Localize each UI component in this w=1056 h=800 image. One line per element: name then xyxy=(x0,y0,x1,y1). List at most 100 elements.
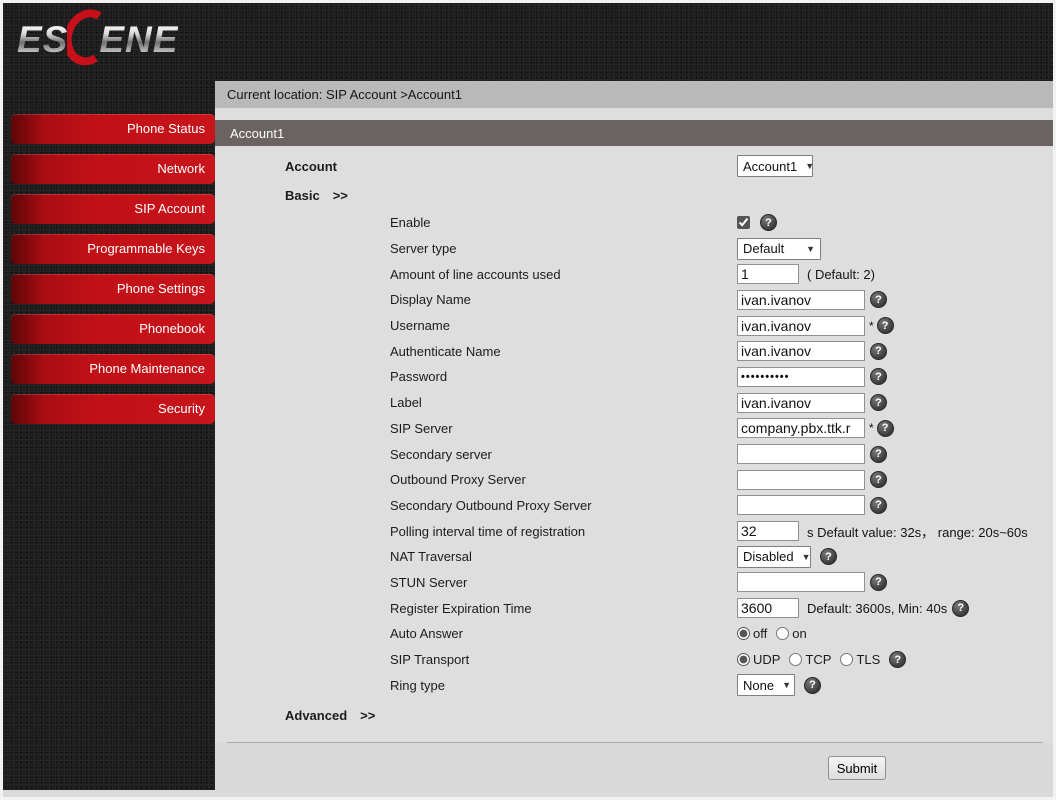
row-basic-header: Basic >> xyxy=(215,180,1053,210)
advanced-expand-arrows[interactable]: >> xyxy=(360,708,375,723)
auto-answer-on-radio[interactable] xyxy=(776,627,790,641)
sidebar-item-phonebook[interactable]: Phonebook xyxy=(11,314,215,344)
register-expiration-label: Register Expiration Time xyxy=(390,600,532,616)
ring-type-value: None xyxy=(743,677,775,693)
sip-transport-udp-label: UDP xyxy=(753,652,781,668)
sip-transport-tcp-radio[interactable] xyxy=(789,653,803,667)
auth-name-input[interactable] xyxy=(737,341,865,362)
row-sip-server: SIP Server * xyxy=(215,416,1053,442)
help-icon[interactable] xyxy=(760,214,777,232)
help-icon[interactable] xyxy=(870,445,887,463)
help-icon[interactable] xyxy=(876,317,894,335)
help-icon[interactable] xyxy=(870,471,887,489)
sidebar-item-sip-account[interactable]: SIP Account xyxy=(11,194,215,224)
chevron-down-icon: ▼ xyxy=(806,243,815,254)
username-label: Username xyxy=(390,318,450,334)
outbound-proxy-label: Outbound Proxy Server xyxy=(390,472,526,488)
auto-answer-off-radio[interactable] xyxy=(737,627,750,641)
server-type-label: Server type xyxy=(390,241,457,257)
required-asterisk: * xyxy=(869,421,874,436)
chevron-down-icon: ▼ xyxy=(805,161,815,171)
polling-interval-label: Polling interval time of registration xyxy=(390,523,586,539)
content-area: Current location: SIP Account >Account1 … xyxy=(215,81,1053,790)
display-name-label: Display Name xyxy=(390,292,471,308)
help-icon[interactable] xyxy=(870,368,887,386)
row-ring-type: Ring type None ▼ xyxy=(215,672,1053,698)
row-advanced-header: Advanced >> xyxy=(215,698,1053,732)
server-type-select[interactable]: Default ▼ xyxy=(737,237,821,260)
secondary-server-label: Secondary server xyxy=(390,446,492,462)
help-icon[interactable] xyxy=(870,573,887,591)
sip-server-label: SIP Server xyxy=(390,420,453,436)
account-select[interactable]: Account1 ▼ xyxy=(737,155,815,177)
basic-expand-arrows[interactable]: >> xyxy=(333,188,348,203)
secondary-server-input[interactable] xyxy=(737,444,865,465)
username-input[interactable] xyxy=(737,315,865,336)
account-form: Account Account1 ▼ Basic >> Enable ? Ser… xyxy=(215,146,1053,742)
stun-server-label: STUN Server xyxy=(390,574,468,590)
logo-text-es: ES xyxy=(17,18,69,60)
page-title: Account1 xyxy=(230,125,285,141)
ring-type-select[interactable]: None ▼ xyxy=(737,674,795,697)
sidebar-item-phone-settings[interactable]: Phone Settings xyxy=(11,274,215,304)
page-frame: ES ENE Phone Status Network SIP Account … xyxy=(3,3,1053,797)
help-icon[interactable] xyxy=(820,548,837,566)
line-accounts-label: Amount of line accounts used xyxy=(390,266,561,282)
help-icon[interactable] xyxy=(889,651,907,669)
help-icon[interactable] xyxy=(804,676,821,694)
display-name-input[interactable] xyxy=(737,289,865,310)
sidebar-item-phone-maintenance[interactable]: Phone Maintenance xyxy=(11,354,215,384)
row-password: Password xyxy=(215,364,1053,390)
sidebar-menu: Phone Status Network SIP Account Program… xyxy=(11,114,215,434)
ring-type-label: Ring type xyxy=(390,677,445,693)
sidebar-item-programmable-keys[interactable]: Programmable Keys xyxy=(11,234,215,264)
help-icon[interactable] xyxy=(870,496,887,514)
secondary-outbound-proxy-input[interactable] xyxy=(737,495,865,516)
row-line-accounts: Amount of line accounts used ( Default: … xyxy=(215,261,1053,287)
sidebar-item-network[interactable]: Network xyxy=(11,154,215,184)
outbound-proxy-input[interactable] xyxy=(737,469,865,490)
polling-interval-note: s Default value: 32s， range: 20s~60s xyxy=(807,524,1028,540)
help-icon[interactable] xyxy=(876,419,894,437)
auto-answer-label: Auto Answer xyxy=(390,626,463,642)
sip-transport-udp-radio[interactable] xyxy=(737,653,750,667)
nat-traversal-select[interactable]: Disabled ▼ xyxy=(737,545,811,568)
row-label: Label xyxy=(215,390,1053,416)
password-input[interactable] xyxy=(737,366,865,387)
row-auto-answer: Auto Answer off on xyxy=(215,621,1053,647)
help-icon[interactable] xyxy=(870,394,887,412)
row-server-type: Server type Default ▼ xyxy=(215,236,1053,262)
line-accounts-input[interactable] xyxy=(737,264,799,285)
row-auth-name: Authenticate Name xyxy=(215,338,1053,364)
line-accounts-note: ( Default: 2) xyxy=(807,266,875,282)
account-select-value: Account1 xyxy=(743,158,798,174)
row-outbound-proxy: Outbound Proxy Server xyxy=(215,467,1053,493)
sidebar-item-security[interactable]: Security xyxy=(11,394,215,424)
label-input[interactable] xyxy=(737,392,865,413)
required-asterisk: * xyxy=(869,318,874,333)
advanced-section-label: Advanced xyxy=(285,707,348,723)
sip-server-input[interactable] xyxy=(737,418,865,439)
enable-label: Enable xyxy=(390,215,431,231)
logo-c-swoosh-icon xyxy=(67,9,102,66)
submit-button[interactable]: Submit xyxy=(828,756,886,780)
enable-checkbox[interactable] xyxy=(737,216,750,230)
auth-name-label: Authenticate Name xyxy=(390,343,501,359)
breadcrumb: Current location: SIP Account >Account1 xyxy=(215,81,1053,108)
row-stun-server: STUN Server xyxy=(215,570,1053,596)
help-icon[interactable] xyxy=(870,291,887,309)
password-label: Password xyxy=(390,369,448,385)
bottom-strip xyxy=(3,790,1053,797)
label-label: Label xyxy=(390,395,422,411)
help-icon[interactable] xyxy=(952,599,970,617)
register-expiration-note: Default: 3600s, Min: 40s xyxy=(807,600,948,616)
sidebar-item-phone-status[interactable]: Phone Status xyxy=(11,114,215,144)
auto-answer-off-label: off xyxy=(753,626,768,642)
help-icon[interactable] xyxy=(870,342,887,360)
register-expiration-input[interactable] xyxy=(737,598,799,619)
polling-interval-input[interactable] xyxy=(737,521,799,542)
auto-answer-on-label: on xyxy=(792,626,807,642)
stun-server-input[interactable] xyxy=(737,572,865,593)
sip-transport-tls-radio[interactable] xyxy=(840,653,854,667)
